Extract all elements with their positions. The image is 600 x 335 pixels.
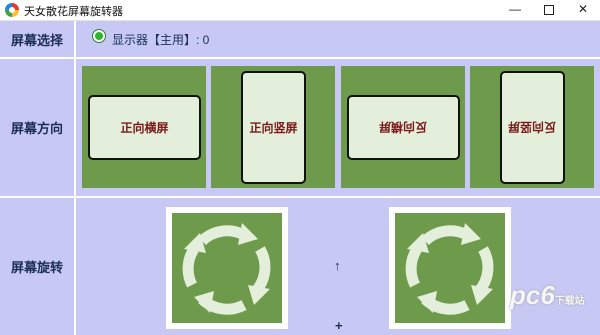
portrait-label: 正向竖屏 — [249, 121, 298, 135]
portrait-button[interactable]: 正向竖屏 — [211, 66, 335, 188]
landscape-card: 正向横屏 — [88, 95, 201, 160]
portrait-card: 正向竖屏 — [241, 71, 306, 184]
landscape-button[interactable]: 正向横屏 — [82, 66, 206, 188]
watermark-subtext: 下载站 — [554, 296, 585, 307]
screen-select-label: 屏幕选择 — [0, 21, 76, 59]
landscape-flipped-label: 反向横屏 — [379, 120, 428, 134]
divider — [0, 196, 600, 198]
maximize-icon — [544, 5, 554, 15]
portrait-flipped-button[interactable]: 反向竖屏 — [470, 66, 594, 188]
rotate-cycle-icon — [172, 213, 282, 323]
landscape-flipped-button[interactable]: 反向横屏 — [341, 66, 465, 188]
divider — [0, 57, 600, 59]
window-title: 天女散花屏幕旋转器 — [24, 6, 123, 18]
watermark: pc6下载站 — [510, 280, 585, 311]
title-bar: 天女散花屏幕旋转器 — ✕ — [0, 0, 600, 21]
landscape-flipped-card: 反向横屏 — [347, 95, 460, 160]
display-radio[interactable] — [92, 29, 106, 43]
separator-plus: + — [335, 318, 343, 333]
rotate-cycle-icon — [395, 213, 505, 323]
portrait-flipped-label: 反向竖屏 — [508, 120, 557, 134]
close-button[interactable]: ✕ — [566, 0, 600, 20]
portrait-flipped-card: 反向竖屏 — [500, 71, 565, 184]
landscape-label: 正向横屏 — [120, 121, 169, 135]
app-icon — [5, 3, 19, 17]
rotate-right-button[interactable] — [389, 207, 511, 329]
rotation-label: 屏幕旋转 — [0, 198, 76, 335]
watermark-text: pc6 — [510, 280, 555, 310]
orientation-label: 屏幕方向 — [0, 59, 76, 198]
maximize-button[interactable] — [532, 0, 566, 20]
minimize-button[interactable]: — — [498, 0, 532, 20]
display-radio-label[interactable]: 显示器【主用】: 0 — [112, 31, 209, 48]
separator-arrow: ↑ — [334, 258, 341, 273]
rotate-left-button[interactable] — [166, 207, 288, 329]
